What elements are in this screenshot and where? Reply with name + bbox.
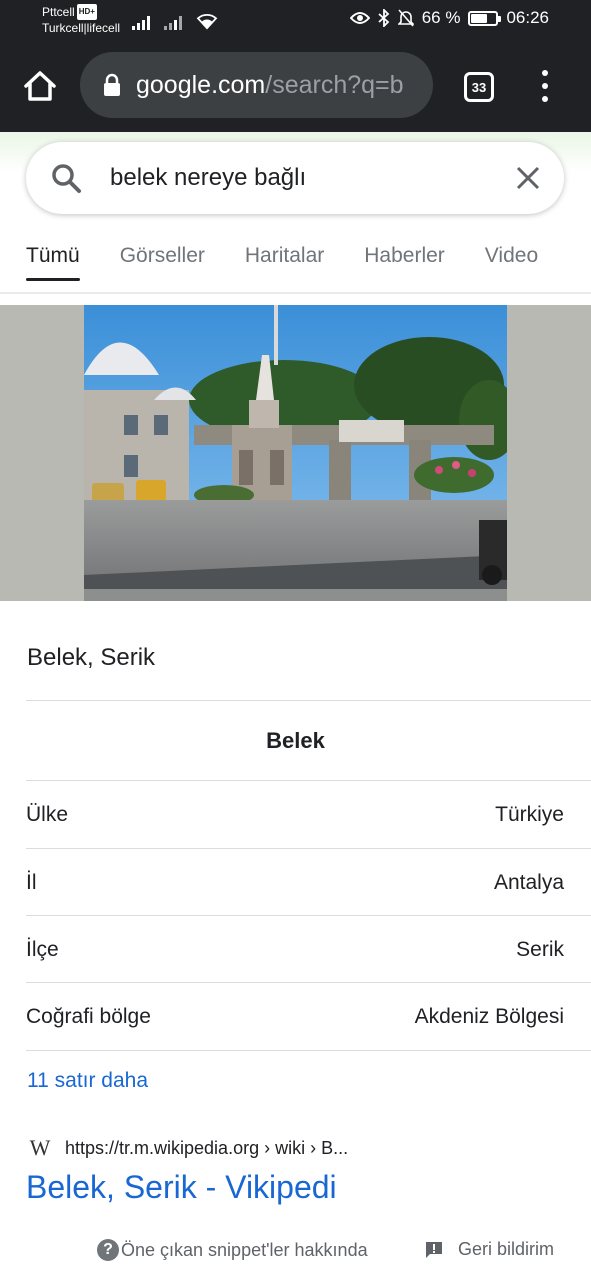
tab-news[interactable]: Haberler xyxy=(364,240,445,292)
info-row-district: İlçe Serik xyxy=(26,916,564,983)
battery-icon xyxy=(468,10,502,26)
close-icon[interactable] xyxy=(514,164,542,192)
row-label: Coğrafi bölge xyxy=(26,1004,151,1028)
row-value: Serik xyxy=(516,937,564,961)
help-icon: ? xyxy=(97,1239,119,1261)
belek-photo[interactable] xyxy=(84,305,507,601)
tab-images[interactable]: Görseller xyxy=(120,240,205,292)
search-icon[interactable] xyxy=(50,162,82,194)
battery-percent: 66 % xyxy=(421,8,461,27)
row-value: Antalya xyxy=(493,870,564,894)
result-url: https://tr.m.wikipedia.org › wiki › B... xyxy=(65,1137,349,1158)
search-input[interactable] xyxy=(110,162,490,194)
image-panel xyxy=(0,305,591,601)
search-header: Tümü Görseller Haritalar Haberler Video xyxy=(0,132,591,294)
tab-maps[interactable]: Haritalar xyxy=(245,240,324,292)
more-menu-icon[interactable] xyxy=(530,68,560,104)
bluetooth-icon xyxy=(378,9,390,27)
feedback-button[interactable]: Geri bildirim xyxy=(424,1239,554,1260)
feedback-label: Geri bildirim xyxy=(458,1239,555,1259)
about-snippets-label: Öne çıkan snippet'ler hakkında xyxy=(121,1239,368,1260)
url-text: google.com/search?q=b xyxy=(136,71,404,100)
result-title-link[interactable]: Belek, Serik - Vikipedi xyxy=(26,1169,337,1206)
url-host: google.com xyxy=(136,70,266,99)
carrier-2: Turkcell|lifecell xyxy=(42,21,121,35)
tab-videos[interactable]: Video xyxy=(485,240,538,292)
home-icon[interactable] xyxy=(18,64,62,108)
signal-strength-icon xyxy=(132,14,150,30)
divider xyxy=(26,700,591,701)
search-box[interactable] xyxy=(26,142,564,214)
wifi-icon xyxy=(196,14,218,30)
tab-all[interactable]: Tümü xyxy=(26,240,80,292)
eye-icon xyxy=(349,12,370,24)
browser-toolbar: google.com/search?q=b 33 xyxy=(0,40,591,132)
result-source[interactable]: W https://tr.m.wikipedia.org › wiki › B.… xyxy=(27,1135,348,1161)
hd-badge: HD+ xyxy=(76,4,97,20)
tab-switcher-button[interactable]: 33 xyxy=(464,72,494,102)
clock: 06:26 xyxy=(506,8,549,27)
info-row-region: Coğrafi bölge Akdeniz Bölgesi xyxy=(26,983,564,1050)
more-rows-link[interactable]: 11 satır daha xyxy=(27,1069,148,1093)
carrier-1: Pttcell xyxy=(42,5,75,19)
row-label: Ülke xyxy=(26,802,69,826)
battery-level xyxy=(471,13,487,23)
row-label: İl xyxy=(26,870,37,894)
status-right: 66 % 06:26 xyxy=(349,8,549,28)
signal-icons xyxy=(132,10,218,30)
search-tabs: Tümü Görseller Haritalar Haberler Video xyxy=(26,240,538,292)
url-path: /search?q=b xyxy=(265,70,404,99)
feedback-icon xyxy=(426,1241,442,1258)
snippet-footer: ? Öne çıkan snippet'ler hakkında Geri bi… xyxy=(0,1237,591,1267)
row-label: İlçe xyxy=(26,937,59,961)
wikipedia-icon: W xyxy=(29,1135,51,1160)
info-row-country: Ülke Türkiye xyxy=(26,781,564,848)
place-title: Belek, Serik xyxy=(27,644,156,671)
carrier-info: Pttcell HD+ Turkcell|lifecell xyxy=(42,4,120,36)
row-value: Türkiye xyxy=(495,802,564,826)
infobox-caption: Belek xyxy=(266,728,325,753)
row-value: Akdeniz Bölgesi xyxy=(414,1004,564,1028)
status-bar: Pttcell HD+ Turkcell|lifecell 66 % 06:26 xyxy=(0,0,591,40)
divider xyxy=(0,292,591,294)
lock-icon xyxy=(104,73,120,96)
about-snippets-link[interactable]: ? Öne çıkan snippet'ler hakkında xyxy=(97,1239,368,1261)
info-row-province: İl Antalya xyxy=(26,849,564,916)
divider xyxy=(26,1050,591,1051)
address-bar[interactable]: google.com/search?q=b xyxy=(80,52,433,118)
mute-bell-icon xyxy=(397,9,414,27)
signal-strength-2-icon xyxy=(164,14,182,30)
